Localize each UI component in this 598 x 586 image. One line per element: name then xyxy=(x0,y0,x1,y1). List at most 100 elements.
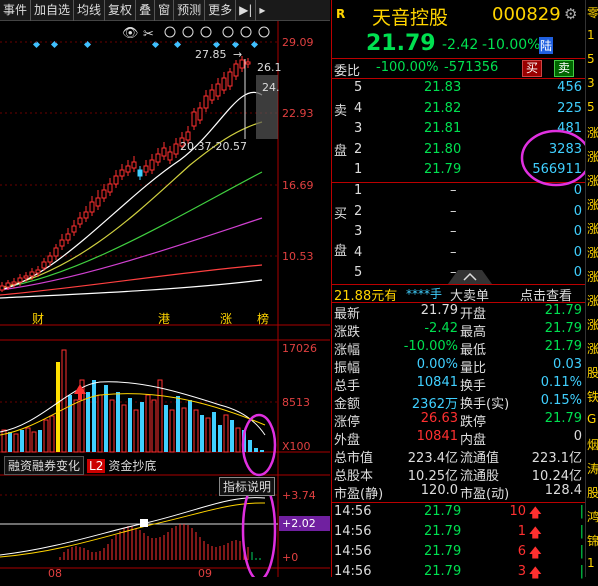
volume-bar xyxy=(230,420,234,452)
candle xyxy=(143,165,149,173)
side-list-char[interactable]: 涨 xyxy=(587,148,598,165)
tab-bottom[interactable]: 资金抄底 xyxy=(108,457,156,474)
side-list-char[interactable]: 涛 xyxy=(587,460,598,477)
candle xyxy=(71,225,77,233)
side-list-char[interactable]: 鸿 xyxy=(587,508,598,525)
highlight-ellipse xyxy=(241,413,277,477)
quote-panel: R 天音控股 000829 ⚙ 21.79 -2.42 -10.00% 陆 委比… xyxy=(331,0,586,581)
volume-bar xyxy=(1,429,7,453)
highlight-ellipse xyxy=(520,129,586,187)
indicator-tabs: 融资融券变化 L2 资金抄底 xyxy=(4,456,156,475)
side-list: 零1535涨涨涨涨涨涨涨涨涨涨股铁G烟涛股鸿锦1 xyxy=(585,0,598,577)
side-list-char[interactable]: 股 xyxy=(587,484,598,501)
price-label-right2: 24. xyxy=(262,81,280,94)
annotation-layer xyxy=(520,129,586,187)
side-list-char[interactable]: 烟 xyxy=(587,436,598,453)
arrow-icon: → xyxy=(233,48,242,61)
side-list-char[interactable]: 零 xyxy=(587,4,598,21)
volume-bar xyxy=(193,409,199,453)
candle xyxy=(53,247,59,257)
candle xyxy=(113,175,119,185)
candle xyxy=(77,217,83,225)
side-list-char[interactable]: 涨 xyxy=(587,172,598,189)
volume-bar xyxy=(49,415,55,453)
volume-bar xyxy=(205,417,211,453)
toolbar-item-ma[interactable]: 均线 xyxy=(74,0,106,21)
candle xyxy=(149,159,155,171)
toolbar-item-add-watchlist[interactable]: 加自选 xyxy=(31,0,75,21)
axis-label: +3.74 xyxy=(282,489,316,502)
candle xyxy=(209,89,215,101)
month-label: 08 xyxy=(48,567,62,577)
volume-bar xyxy=(151,399,157,453)
volume-bar xyxy=(68,395,72,452)
side-list-char[interactable]: 1 xyxy=(587,28,595,42)
volume-bar xyxy=(164,405,168,452)
candle xyxy=(215,83,221,97)
axis-label: X100 xyxy=(282,440,311,453)
tab-margin[interactable]: 融资融券变化 xyxy=(4,456,85,475)
side-list-char[interactable]: 涨 xyxy=(587,292,598,309)
axis-label: 8513 xyxy=(282,396,310,409)
kline-svg: 👁 ✂ 27.85 → 26.1 24. 20.37-20.57 29.09 2… xyxy=(0,21,330,577)
play-end-icon[interactable]: ▶| xyxy=(236,0,257,21)
side-list-char[interactable]: 涨 xyxy=(587,124,598,141)
chart-tools: 👁 ✂ xyxy=(122,26,270,42)
volume-bar xyxy=(97,394,103,453)
volume-bar xyxy=(176,396,180,452)
event-label: 财 xyxy=(32,312,44,326)
side-list-char[interactable]: G xyxy=(587,412,596,426)
volume-bar xyxy=(133,409,139,453)
side-list-char[interactable]: 股 xyxy=(587,364,598,381)
side-list-char[interactable]: 涨 xyxy=(587,244,598,261)
ma-line xyxy=(0,279,263,299)
side-list-char[interactable]: 5 xyxy=(587,100,595,114)
candle xyxy=(245,61,251,65)
toolbar-item-overlay[interactable]: 叠 xyxy=(136,0,156,21)
toolbar-item-window[interactable]: 窗 xyxy=(155,0,175,21)
event-label: 涨 xyxy=(220,311,232,326)
side-list-char[interactable]: 铁 xyxy=(587,388,598,405)
volume-bar xyxy=(140,402,144,452)
volume-bar xyxy=(181,407,187,453)
candle xyxy=(227,71,233,87)
toolbar-item-adjust[interactable]: 复权 xyxy=(105,0,137,21)
toolbar-item-events[interactable]: 事件 xyxy=(0,0,32,21)
expand-icon[interactable]: ▸ xyxy=(256,0,268,21)
candle xyxy=(221,77,227,91)
volume-bar xyxy=(109,399,115,453)
side-list-char[interactable]: 涨 xyxy=(587,268,598,285)
candle xyxy=(125,165,131,173)
side-list-char[interactable]: 1 xyxy=(587,556,595,570)
scissors-icon: ✂ xyxy=(143,27,154,42)
side-list-char[interactable]: 涨 xyxy=(587,196,598,213)
side-list-char[interactable]: 锦 xyxy=(587,532,598,549)
candle xyxy=(0,285,5,291)
candles xyxy=(0,56,251,292)
candle xyxy=(65,233,71,241)
side-list-char[interactable]: 3 xyxy=(587,76,595,90)
volume-bar xyxy=(223,414,229,453)
candle xyxy=(89,201,95,213)
toolbar-item-forecast[interactable]: 预测 xyxy=(174,0,206,21)
toolbar-item-more[interactable]: 更多 xyxy=(205,0,237,21)
candle xyxy=(137,169,143,177)
candle xyxy=(167,151,173,161)
volume-bar xyxy=(20,430,24,452)
volume-bar xyxy=(145,394,151,453)
side-list-char[interactable]: 涨 xyxy=(587,220,598,237)
axis-label: 17026 xyxy=(282,342,317,355)
kline-chart[interactable]: 👁 ✂ 27.85 → 26.1 24. 20.37-20.57 29.09 2… xyxy=(0,21,330,577)
candle xyxy=(173,143,179,155)
side-list-char[interactable]: 涨 xyxy=(587,340,598,357)
tab-l2[interactable]: L2 xyxy=(87,458,106,473)
eye-icon: 👁 xyxy=(122,26,139,41)
side-list-char[interactable]: 涨 xyxy=(587,316,598,333)
axis-label: 29.09 xyxy=(282,36,314,49)
indicator-help-button[interactable]: 指标说明 xyxy=(219,477,276,496)
candle xyxy=(107,183,113,193)
volume-bar xyxy=(61,349,67,453)
side-list-char[interactable]: 5 xyxy=(587,52,595,66)
volume-bar xyxy=(248,440,252,452)
candle xyxy=(155,153,161,163)
